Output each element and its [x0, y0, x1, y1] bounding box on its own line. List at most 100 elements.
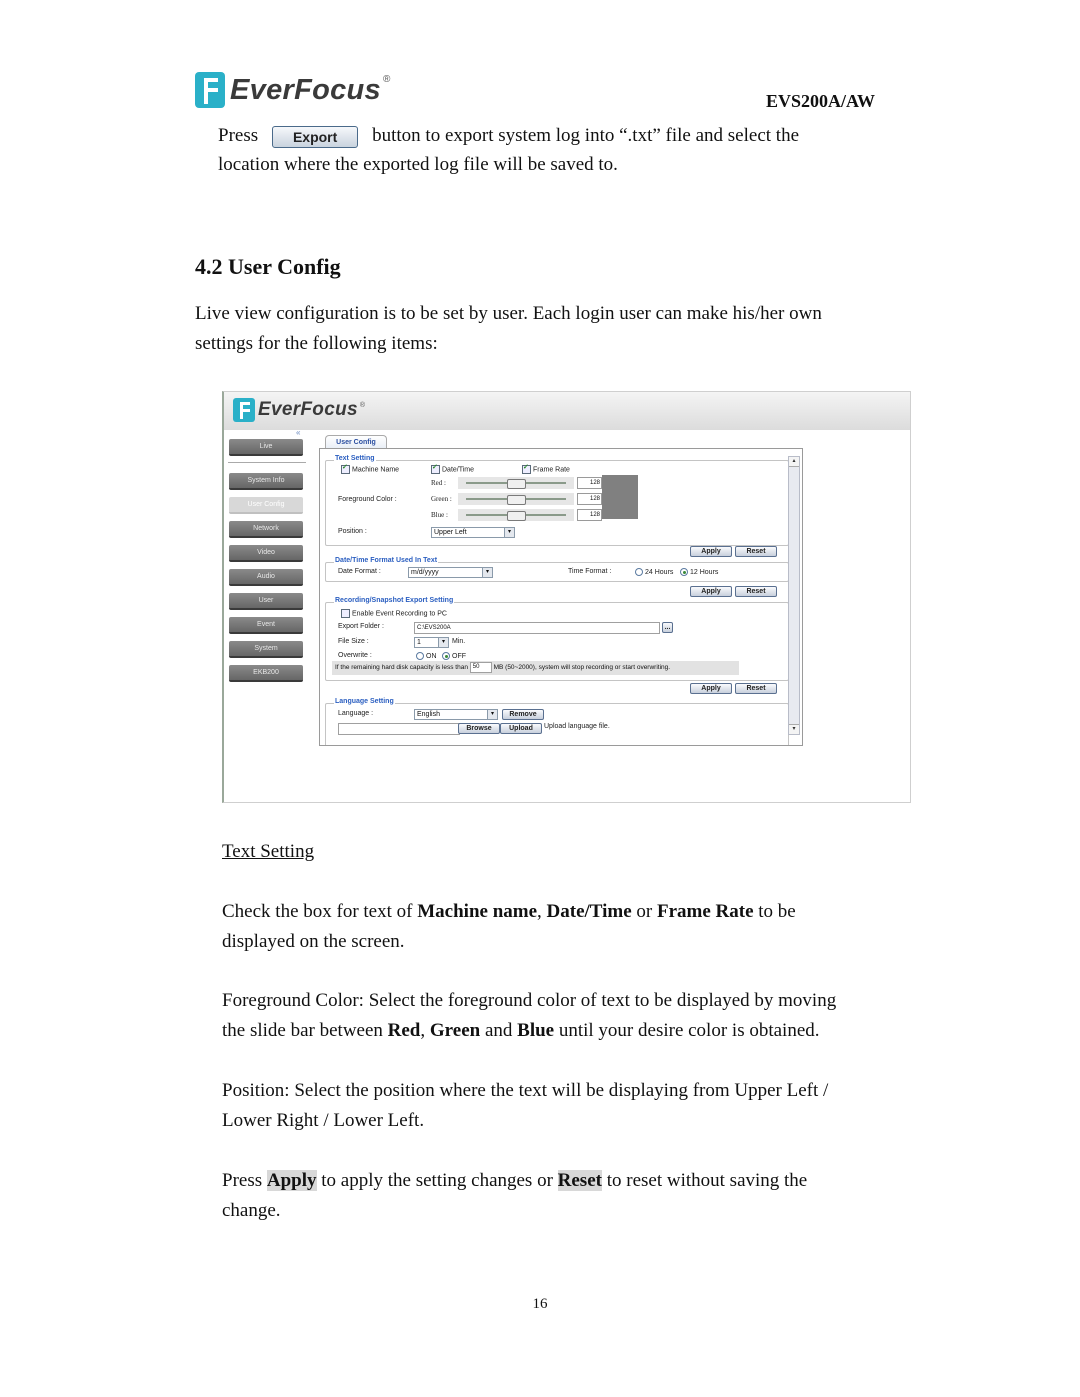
time-format-24-radio[interactable]: 24 Hours: [635, 568, 673, 576]
slider-handle[interactable]: [507, 479, 526, 489]
registered-mark: ®: [383, 74, 391, 85]
green-slider[interactable]: [458, 493, 574, 505]
text: to apply the setting changes or: [316, 1170, 558, 1191]
text: to be: [753, 901, 796, 922]
frame-rate-checkbox[interactable]: Frame Rate: [522, 463, 570, 474]
green-label: Green :: [431, 495, 452, 503]
section-title: 4.2 User Config: [195, 254, 341, 279]
screenshot-brand: EverFocus: [258, 399, 358, 420]
nav-network[interactable]: Network: [229, 521, 303, 538]
text: ,: [537, 901, 547, 922]
file-size-select[interactable]: 1 ▾: [414, 637, 449, 648]
bold-blue: Blue: [517, 1020, 555, 1041]
disk-capacity-text-post: MB (50~2000), system will stop recording…: [493, 664, 671, 671]
model-name: EVS200A/AW: [765, 91, 875, 111]
red-slider[interactable]: [458, 477, 574, 489]
date-format-select[interactable]: m/d/yyyy ▾: [408, 567, 493, 578]
nav-event[interactable]: Event: [229, 617, 303, 634]
date-time-label: Date/Time: [442, 466, 475, 474]
machine-name-checkbox[interactable]: Machine Name: [341, 463, 399, 474]
text-setting-apply-button[interactable]: Apply: [690, 546, 732, 557]
blue-slider[interactable]: [458, 509, 574, 521]
nav-system-info[interactable]: System Info: [229, 473, 303, 490]
position-select[interactable]: Upper Left ▾: [431, 527, 515, 538]
paragraph-1-line-2: displayed on the screen.: [222, 931, 405, 952]
chevron-down-icon: ▾: [482, 568, 492, 577]
date-format-value: m/d/yyyy: [411, 569, 439, 576]
recording-apply-button[interactable]: Apply: [690, 683, 732, 694]
recording-reset-button[interactable]: Reset: [735, 683, 777, 694]
green-value-input[interactable]: 128: [577, 493, 602, 505]
red-value-input[interactable]: 128: [577, 477, 602, 489]
overwrite-on-radio[interactable]: ON: [416, 652, 437, 660]
browse-folder-button[interactable]: ...: [662, 622, 673, 633]
nav-video[interactable]: Video: [229, 545, 303, 562]
date-format-label: Date Format :: [338, 568, 381, 575]
collapse-sidebar-icon[interactable]: «: [296, 428, 300, 437]
nav-audio[interactable]: Audio: [229, 569, 303, 586]
paragraph-4-line-2: change.: [222, 1200, 281, 1221]
disk-capacity-input[interactable]: 50: [469, 661, 492, 673]
language-value: English: [417, 711, 440, 718]
bold-date-time: Date/Time: [546, 901, 632, 922]
browse-language-button[interactable]: Browse: [458, 723, 500, 734]
nav-system[interactable]: System: [229, 641, 303, 658]
foreground-color-label: Foreground Color :: [338, 496, 397, 503]
text-setting-group: Text Setting Machine Name Date/Time Fram…: [325, 455, 789, 546]
everfocus-logo-icon: [233, 398, 255, 422]
time-format-12-radio[interactable]: 12 Hours: [680, 568, 718, 576]
slider-handle[interactable]: [507, 495, 526, 505]
time-format-24-label: 24 Hours: [645, 568, 674, 576]
overwrite-off-radio[interactable]: OFF: [442, 652, 466, 660]
nav-live[interactable]: Live: [229, 439, 303, 456]
paragraph-2-line-1: Foreground Color: Select the foreground …: [222, 990, 837, 1011]
radio-selected-icon: [680, 568, 688, 576]
date-time-apply-button[interactable]: Apply: [690, 586, 732, 597]
bold-red: Red: [387, 1020, 421, 1041]
text: to reset without saving the: [601, 1170, 808, 1191]
nav-user[interactable]: User: [229, 593, 303, 610]
text: or: [631, 901, 657, 922]
text: Check the box for text of: [222, 901, 418, 922]
tab-user-config[interactable]: User Config: [325, 435, 387, 449]
slider-handle[interactable]: [507, 511, 526, 521]
nav-ekb200[interactable]: EKB200: [229, 665, 303, 682]
language-select[interactable]: English ▾: [414, 709, 498, 720]
language-file-input[interactable]: [338, 723, 460, 735]
bold-green: Green: [429, 1020, 481, 1041]
nav-user-config[interactable]: User Config: [229, 497, 303, 514]
checkbox-checked-icon: [431, 463, 440, 474]
scroll-up-icon[interactable]: ▴: [789, 457, 799, 467]
overwrite-label: Overwrite :: [338, 652, 372, 659]
enable-event-recording-checkbox[interactable]: Enable Event Recording to PC: [341, 609, 447, 618]
checkbox-checked-icon: [341, 463, 350, 474]
blue-label: Blue :: [431, 511, 448, 519]
file-size-unit: Min.: [452, 638, 466, 645]
export-folder-input[interactable]: C:\EVS200A: [414, 622, 660, 634]
position-value: Upper Left: [434, 529, 467, 536]
text-setting-subheading: Text Setting: [222, 837, 314, 867]
export-folder-label: Export Folder :: [338, 623, 384, 630]
text-setting-reset-button[interactable]: Reset: [735, 546, 777, 557]
time-format-12-label: 12 Hours: [690, 568, 719, 576]
panel-scrollbar[interactable]: ▴ ▾: [788, 456, 800, 735]
date-time-reset-button[interactable]: Reset: [735, 586, 777, 597]
disk-capacity-text-pre: If the remaining hard disk capacity is l…: [335, 664, 468, 671]
date-time-checkbox[interactable]: Date/Time: [431, 463, 475, 474]
screenshot-logo: EverFocus ®: [233, 398, 365, 422]
overwrite-off-label: OFF: [452, 652, 466, 660]
radio-unselected-icon: [416, 652, 424, 660]
section-desc-2: settings for the following items:: [195, 333, 438, 354]
scroll-down-icon[interactable]: ▾: [789, 724, 799, 734]
blue-value-input[interactable]: 128: [577, 509, 602, 521]
paragraph-3-line-1: Position: Select the position where the …: [222, 1080, 829, 1101]
position-label: Position :: [338, 528, 367, 535]
remove-language-button[interactable]: Remove: [502, 709, 544, 720]
language-setting-group: Language Setting Language : English ▾ Rem…: [325, 698, 789, 745]
upload-language-button[interactable]: Upload: [500, 723, 542, 734]
paragraph-4-line-1: Press Apply to apply the setting changes…: [222, 1166, 807, 1196]
file-size-label: File Size :: [338, 638, 369, 645]
section-desc-1: Live view configuration is to be set by …: [195, 303, 822, 324]
nav-divider: [228, 462, 306, 463]
language-setting-legend: Language Setting: [334, 698, 395, 705]
